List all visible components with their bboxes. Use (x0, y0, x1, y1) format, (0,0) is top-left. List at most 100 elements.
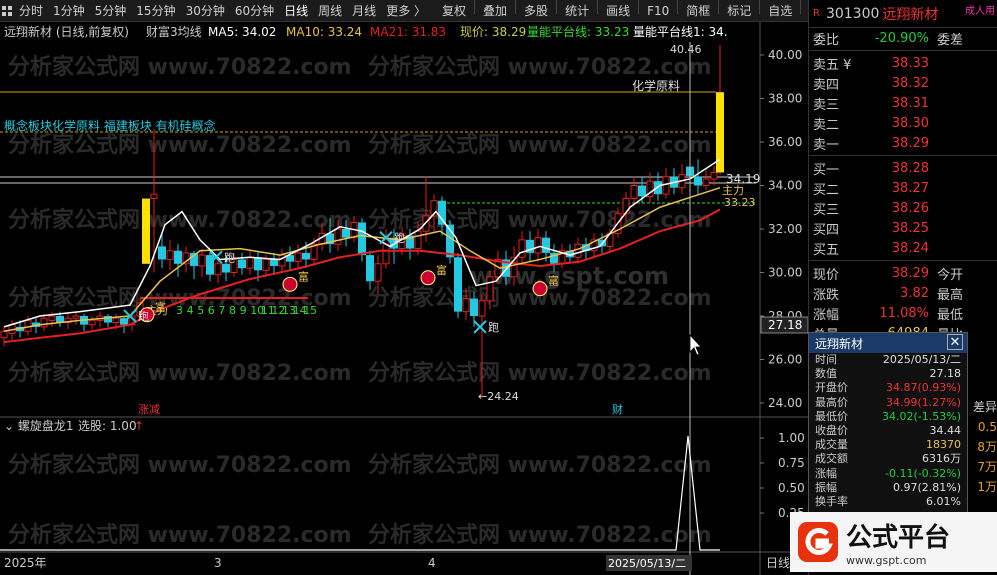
menu-toggle[interactable] (0, 0, 14, 22)
candle-body-52 (414, 230, 422, 250)
tool-button-4[interactable]: 画线 (601, 0, 635, 22)
sub-tick-label-2: 0.50 (778, 481, 805, 495)
legend-item-6: 量能平台线: 33.23 (527, 24, 629, 39)
pao-label-1: 跑 (224, 250, 235, 264)
concept-label: 概念板块化学原料 福建板块 有机硅概念 (4, 118, 216, 133)
stock-name: 远翔新材 (882, 6, 939, 23)
tool-button-8[interactable]: 自选 (763, 0, 797, 22)
candle-body-14 (112, 317, 120, 324)
candle-body-6 (48, 315, 56, 321)
period-tab-0[interactable]: 分时 (14, 0, 48, 22)
tool-button-7[interactable]: 标记 (722, 0, 756, 22)
x-cross-date-label: 2025/05/13/二 (608, 557, 686, 570)
popup-row-6: 成交量 18370 (809, 438, 967, 452)
candle-body-22 (174, 250, 182, 264)
period-tab-2[interactable]: 5分钟 (90, 0, 132, 22)
period-tab-3[interactable]: 15分钟 (131, 0, 180, 22)
x-label-year: 2025年 (4, 556, 47, 570)
current-value-label: 27.18 (768, 318, 802, 332)
fu-label-1: 富 (298, 269, 309, 283)
legend-item-4: MA21: 31.83 (370, 25, 446, 39)
candle-body-61 (486, 276, 494, 302)
candle-body-43 (342, 229, 350, 238)
count-1: 4 (187, 304, 194, 317)
candle-body-60 (478, 300, 486, 317)
stat-row-2-label: 涨幅 (813, 307, 840, 323)
popup-row-label: 最低价 (815, 409, 848, 423)
ask-row-2-value: 38.30 (891, 115, 929, 131)
ask-row-3-label: 卖三 (813, 97, 840, 113)
stat-row-1-extra: 最高 (937, 287, 964, 303)
period-tab-1[interactable]: 1分钟 (48, 0, 90, 22)
candle-body-87 (694, 176, 702, 186)
popup-title: 远翔新材 (815, 336, 864, 351)
ask-row-4-value: 38.32 (891, 75, 929, 91)
period-tab-6[interactable]: 日线 (279, 0, 313, 22)
quote-header: R 301300 远翔新材 成人用 (809, 0, 997, 28)
x-label-period: 日线 (766, 556, 790, 570)
legend-item-7: 量能平台线1: 34. (633, 24, 728, 39)
sub-tick-label-1: 0.75 (778, 456, 805, 470)
popup-header: 远翔新材 ✕ (809, 333, 967, 353)
watermark-9: 分析家公式网 www.70822.com (368, 360, 712, 386)
bid-row-3-label: 买三 (813, 202, 840, 218)
popup-row-value: 34.99(1.27%) (885, 395, 961, 409)
bid-row-1-value: 38.28 (891, 160, 929, 176)
candle-body-31 (246, 256, 254, 269)
fu-badge-icon-1 (282, 276, 298, 292)
fu-label-3: 富 (548, 274, 559, 288)
watermark-12: 分析家公式网 www.70822.com (8, 522, 352, 548)
close-icon[interactable]: ✕ (947, 334, 963, 350)
period-tab-4[interactable]: 30分钟 (181, 0, 230, 22)
kline-chart-area[interactable]: 分析家公式网 www.70822.com 分析家公式网 www.70822.com… (0, 22, 809, 575)
candle-body-32 (254, 257, 262, 271)
brand-g-icon (798, 522, 838, 562)
tool-button-6[interactable]: 简框 (681, 0, 715, 22)
adult-tag[interactable]: 成人用 (965, 2, 995, 17)
y-tick-label-3: 34.00 (768, 179, 802, 193)
period-tab-9[interactable]: 更多 〉 (381, 0, 431, 22)
tool-button-5[interactable]: F10 (642, 0, 674, 22)
weicha-label: 委差 (937, 32, 964, 48)
brand-url: www.gspt.com (846, 554, 927, 567)
candle-body-79 (630, 185, 638, 200)
popup-row-value: -0.11(-0.32%) (885, 466, 961, 480)
period-tab-5[interactable]: 60分钟 (230, 0, 279, 22)
x-label-month-4: 4 (428, 556, 436, 570)
zhangjian-label: 涨减 (138, 403, 160, 416)
count-2: 5 (197, 304, 204, 317)
candle-body-38 (302, 252, 310, 260)
watermark-3: 分析家公式网 www.70822.com (368, 132, 712, 158)
candle-body-89 (710, 171, 718, 180)
popup-row-value: 34.87(0.93%) (885, 381, 961, 395)
count-3: 6 (208, 304, 215, 317)
tool-button-0[interactable]: 复权 (437, 0, 471, 22)
popup-row-4: 最低价 34.02(-1.53%) (809, 410, 967, 424)
tool-button-1[interactable]: 叠加 (478, 0, 512, 22)
bid-row-4-value: 38.25 (891, 220, 929, 236)
ask-row-2: 卖二 38.30 (809, 113, 997, 133)
candle-body-20 (158, 246, 166, 260)
popup-row-label: 最高价 (815, 395, 848, 409)
candle-body-18 (142, 198, 150, 264)
popup-row-value: 0.97(2.81%) (892, 480, 961, 494)
candle-body-72 (574, 243, 582, 258)
popup-row-5: 收盘价 34.44 (809, 424, 967, 438)
period-tab-8[interactable]: 月线 (347, 0, 381, 22)
low-label: ←24.24 (478, 390, 519, 403)
x-label-month-3: 3 (214, 556, 222, 570)
tool-button-3[interactable]: 统计 (560, 0, 594, 22)
popup-row-label: 开盘价 (815, 381, 848, 395)
candle-body-46 (366, 255, 374, 282)
weibi-row: 委比 -20.90% 委差 (809, 28, 997, 48)
period-tab-7[interactable]: 周线 (313, 0, 347, 22)
popup-row-label: 成交额 (815, 452, 848, 466)
bid-row-2-label: 买二 (813, 182, 840, 198)
tool-button-2[interactable]: 多股 (519, 0, 553, 22)
candle-body-59 (470, 298, 478, 316)
kline-chart[interactable]: 分析家公式网 www.70822.com 分析家公式网 www.70822.com… (0, 22, 809, 575)
stat-row-2: 涨幅 11.08% 最低 (809, 303, 997, 323)
candle-body-28 (222, 263, 230, 273)
y-tick-label-5: 30.00 (768, 266, 802, 280)
candle-body-26 (206, 255, 214, 275)
